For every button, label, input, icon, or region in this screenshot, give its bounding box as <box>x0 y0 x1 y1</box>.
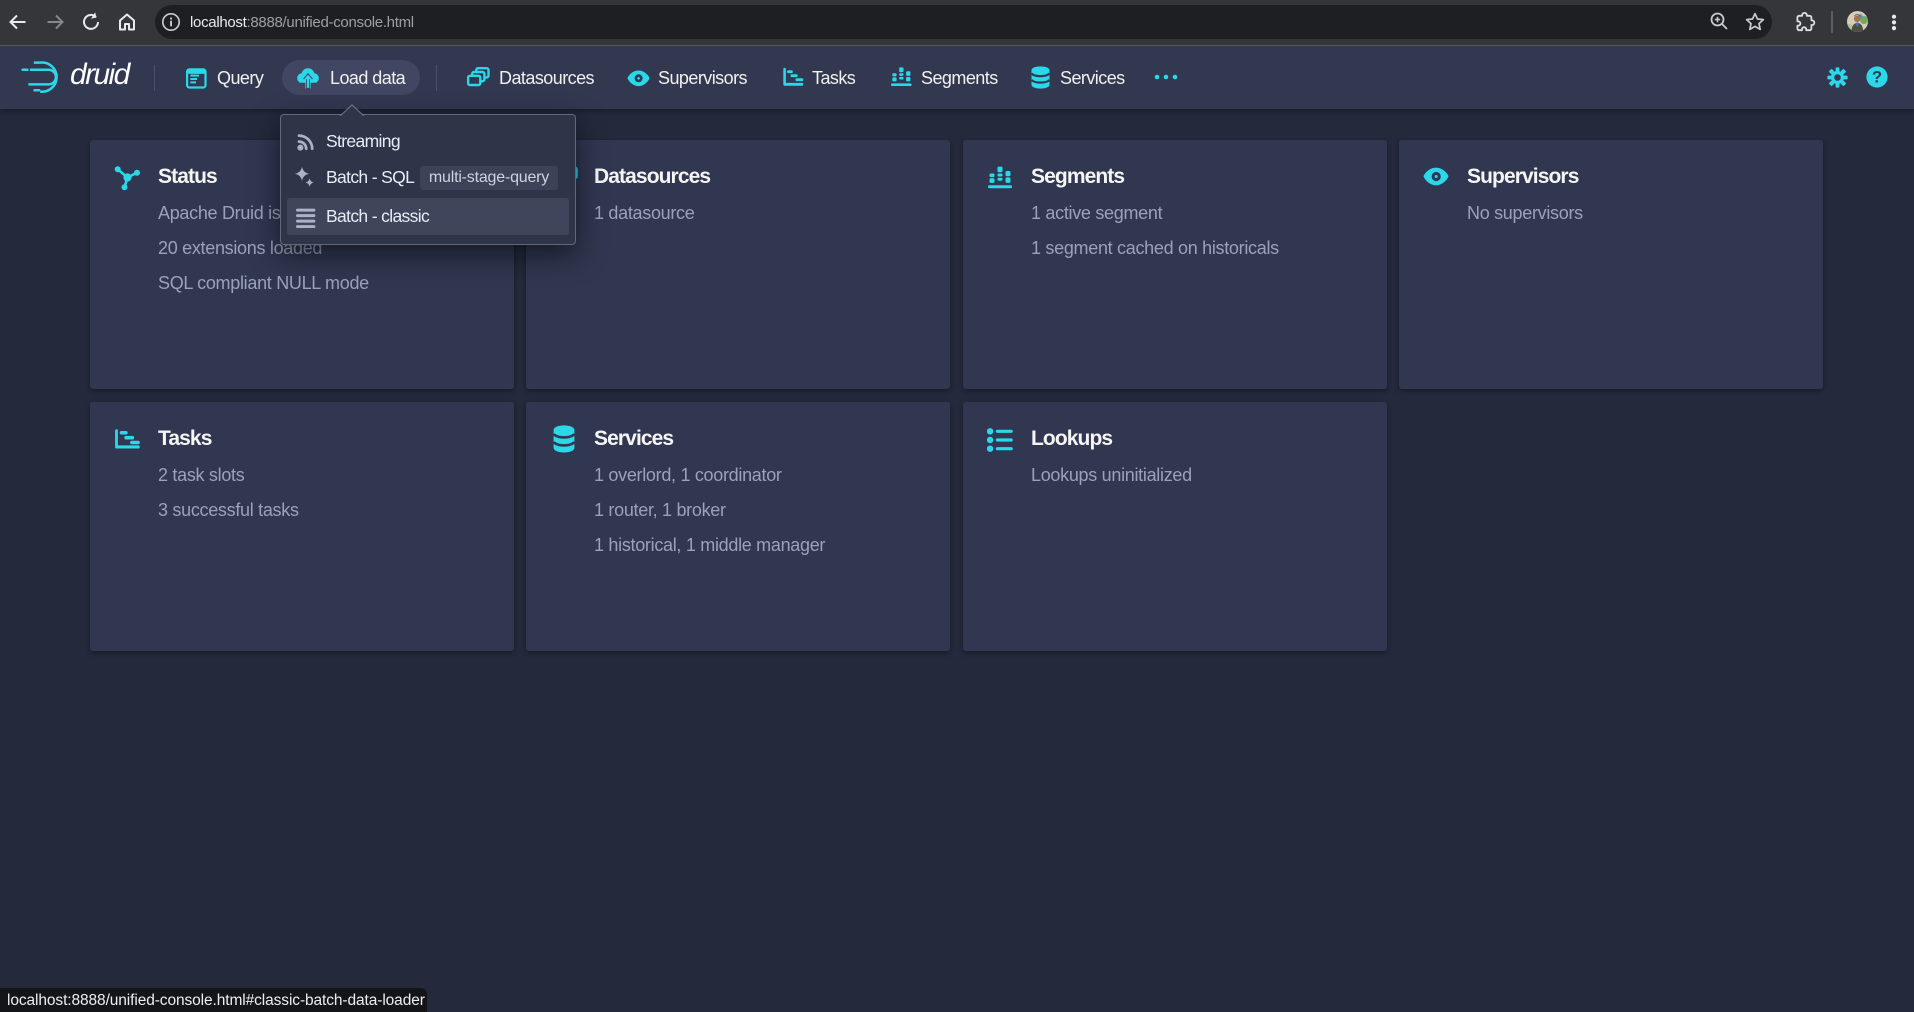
svg-text:?: ? <box>1872 69 1882 87</box>
